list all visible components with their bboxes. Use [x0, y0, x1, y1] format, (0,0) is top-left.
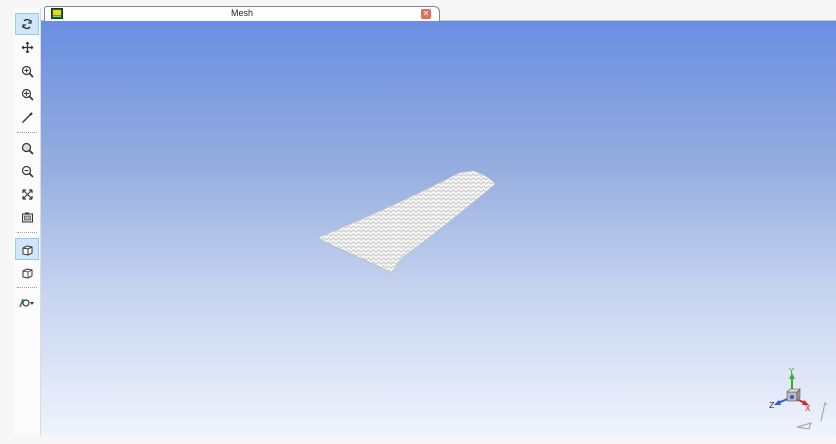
zoom-in-button[interactable]: [15, 137, 39, 159]
shaded-view-icon: [22, 244, 32, 256]
zoom-icon: [21, 65, 34, 78]
zoom-out-button[interactable]: [15, 160, 39, 182]
wireframe-view-button[interactable]: [15, 261, 39, 283]
x-axis-label: X: [805, 404, 811, 413]
mesh-surface: [317, 170, 496, 275]
display-options-button[interactable]: [15, 292, 39, 314]
zoom-box-button[interactable]: [15, 83, 39, 105]
rotate-button[interactable]: [15, 13, 39, 35]
mesh-viewer-window: Mesh ✕ Y X Z: [0, 0, 836, 444]
tab-title: Mesh: [230, 8, 253, 18]
display-options-icon: [19, 298, 34, 308]
toolbar-separator: [17, 232, 37, 233]
zoom-button[interactable]: [15, 60, 39, 82]
zoom-in-icon: [21, 142, 34, 155]
shaded-view-button[interactable]: [15, 238, 39, 260]
pan-button[interactable]: [15, 36, 39, 58]
close-icon[interactable]: ✕: [421, 9, 431, 19]
fit-all-icon: [21, 188, 33, 200]
axis-triad: Y X Z: [769, 367, 828, 430]
probe-icon: [21, 111, 33, 123]
toolbar-separator: [17, 132, 37, 133]
pan-icon: [21, 41, 33, 53]
probe-button[interactable]: [15, 106, 39, 128]
wireframe-view-icon: [22, 267, 32, 279]
rotate-icon: [22, 18, 32, 30]
z-axis-label: Z: [769, 401, 775, 410]
zoom-out-icon: [21, 165, 34, 178]
y-axis-label: Y: [788, 367, 794, 376]
zoom-box-icon: [21, 88, 34, 101]
3d-viewport[interactable]: Y X Z: [41, 21, 836, 436]
toolbar-separator: [17, 287, 37, 288]
screenshot-icon: [21, 212, 33, 222]
view-toolbar: [14, 8, 41, 436]
tab-mesh[interactable]: Mesh ✕: [44, 6, 440, 21]
fit-all-button[interactable]: [15, 183, 39, 205]
screenshot-button[interactable]: [15, 206, 39, 228]
